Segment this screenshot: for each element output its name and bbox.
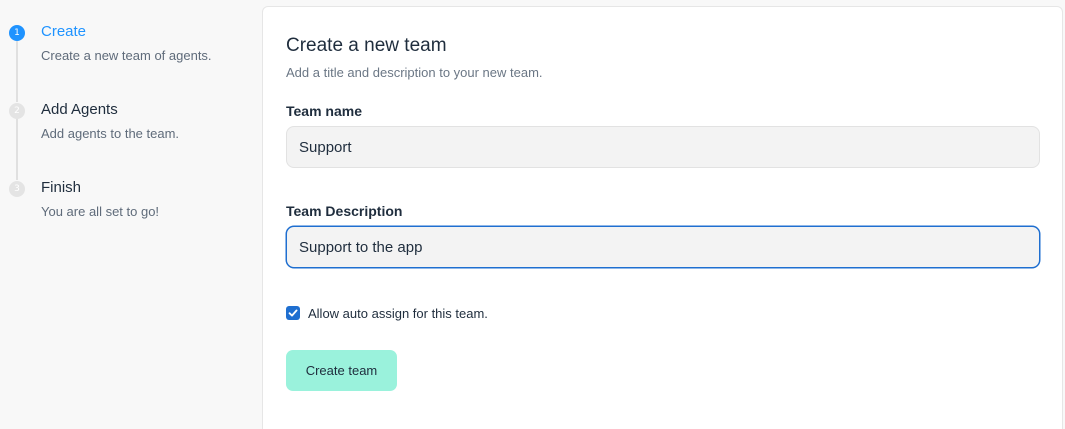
- step-connector: [16, 40, 18, 102]
- step-description: Create a new team of agents.: [41, 48, 212, 63]
- auto-assign-label: Allow auto assign for this team.: [308, 305, 488, 321]
- page-subtitle: Add a title and description to your new …: [286, 65, 543, 80]
- step-description: Add agents to the team.: [41, 126, 180, 141]
- auto-assign-option[interactable]: Allow auto assign for this team.: [286, 303, 488, 323]
- step-number-badge: 3: [9, 181, 25, 197]
- step-title: Finish: [41, 179, 82, 196]
- page-title: Create a new team: [286, 35, 447, 56]
- team-description-label: Team Description: [286, 203, 403, 219]
- team-name-label: Team name: [286, 103, 362, 119]
- wizard-stepper: 1 Create Create a new team of agents. 2 …: [0, 0, 262, 429]
- step-title: Add Agents: [41, 101, 118, 118]
- team-description-input[interactable]: [286, 226, 1040, 268]
- team-name-input[interactable]: [286, 126, 1040, 168]
- step-description: You are all set to go!: [41, 204, 160, 219]
- create-team-button[interactable]: Create team: [286, 350, 397, 391]
- create-team-page: 1 Create Create a new team of agents. 2 …: [0, 0, 1065, 429]
- step-connector: [16, 118, 18, 180]
- auto-assign-checkbox[interactable]: [286, 306, 300, 320]
- create-team-card: Create a new team Add a title and descri…: [262, 6, 1063, 429]
- step-number-badge: 2: [9, 103, 25, 119]
- step-number-badge: 1: [9, 25, 25, 41]
- checkmark-icon: [288, 309, 298, 317]
- step-title: Create: [41, 23, 87, 40]
